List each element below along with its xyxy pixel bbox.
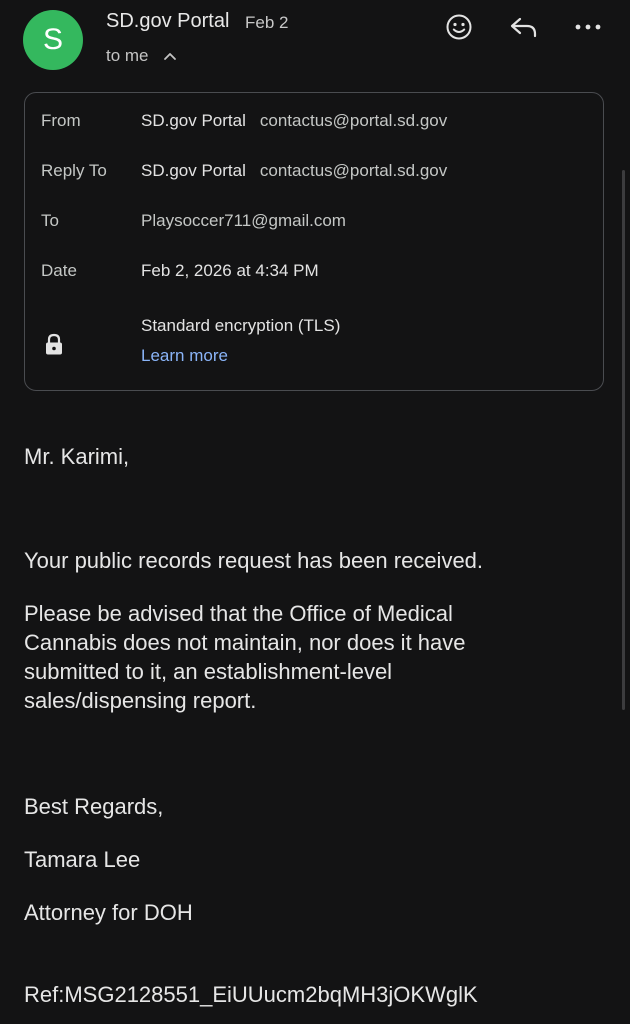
from-value: SD.gov Portal contactus@portal.sd.gov: [141, 111, 447, 131]
to-value[interactable]: Playsoccer711@gmail.com: [141, 211, 346, 231]
sender-avatar[interactable]: S: [23, 10, 83, 70]
from-email[interactable]: contactus@portal.sd.gov: [260, 111, 447, 130]
reply-to-label: Reply To: [41, 161, 107, 180]
signer-title: Attorney for DOH: [24, 900, 193, 925]
greeting: Mr. Karimi,: [24, 444, 130, 469]
from-name: SD.gov Portal: [141, 111, 246, 130]
paragraph-line: submitted to it, an establishment-level: [24, 659, 393, 684]
encryption-status: Standard encryption (TLS): [141, 316, 341, 335]
body-paragraph-1: Your public records request has been rec…: [24, 548, 484, 573]
scrollbar[interactable]: [622, 170, 625, 710]
email-date: Feb 2: [245, 13, 289, 32]
paragraph-line: sales/dispensing report.: [24, 688, 257, 713]
email-view: S SD.gov Portal Feb 2 to me From SD.gov …: [0, 0, 630, 1024]
reference-id: Ref:MSG2128551_EiUUucm2bqMH3jOKWglK: [24, 982, 478, 1007]
reply-icon: [510, 17, 537, 38]
learn-more-link[interactable]: Learn more: [141, 346, 228, 366]
lock-icon: [46, 333, 62, 355]
more-horizontal-icon: [575, 24, 601, 30]
emoji-smile-icon: [446, 14, 472, 40]
to-label: To: [41, 211, 59, 230]
more-options-button[interactable]: [571, 10, 605, 44]
reply-to-value: SD.gov Portal contactus@portal.sd.gov: [141, 161, 447, 181]
paragraph-line: Cannabis does not maintain, nor does it …: [24, 630, 466, 655]
reply-to-name: SD.gov Portal: [141, 161, 246, 180]
chevron-up-icon: [163, 53, 176, 60]
paragraph-line: Please be advised that the Office of Med…: [24, 601, 453, 626]
reply-to-email[interactable]: contactus@portal.sd.gov: [260, 161, 447, 180]
date-value: Feb 2, 2026 at 4:34 PM: [141, 261, 319, 280]
sender-name: SD.gov Portal: [106, 10, 230, 32]
from-label: From: [41, 111, 81, 130]
closing: Best Regards,: [24, 794, 164, 819]
reply-button[interactable]: [507, 10, 541, 44]
recipient-summary: to me: [106, 46, 149, 65]
emoji-react-button[interactable]: [442, 10, 476, 44]
recipient-toggle[interactable]: to me: [106, 46, 177, 66]
message-details-panel: From SD.gov Portal contactus@portal.sd.go…: [24, 92, 604, 391]
signer-name: Tamara Lee: [24, 847, 141, 872]
date-label: Date: [41, 261, 77, 280]
